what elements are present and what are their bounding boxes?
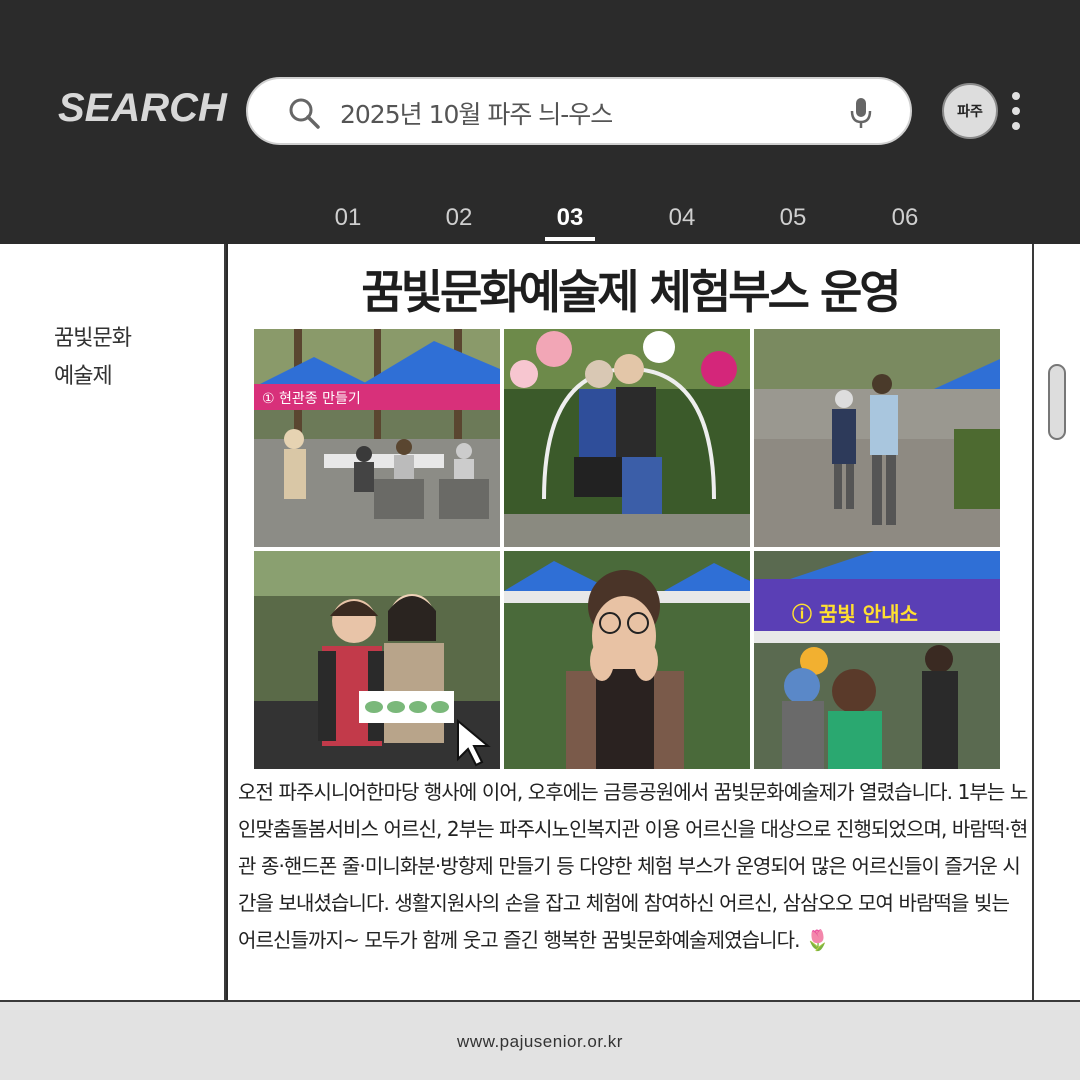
tab-02[interactable]: 02: [424, 204, 494, 232]
page-tabs: 01 02 03 04 05 06: [300, 200, 960, 244]
photo-grid: ① 현관종 만들기 ⓘ 꿈빛 안내소: [254, 329, 1000, 769]
photo-flower-arch[interactable]: [504, 329, 750, 547]
photo-booth-making[interactable]: ① 현관종 만들기: [254, 329, 500, 547]
tab-01[interactable]: 01: [313, 204, 383, 232]
avatar[interactable]: 파주: [942, 83, 998, 139]
booth-sign-text: ① 현관종 만들기: [262, 391, 361, 407]
article-body: 오전 파주시니어한마당 행사에 이어, 오후에는 금릉공원에서 꿈빛문화예술제가…: [238, 780, 1028, 952]
search-icon: [289, 98, 320, 129]
photo-info-booth[interactable]: ⓘ 꿈빛 안내소: [754, 551, 1000, 769]
brand-logo: SEARCH: [58, 86, 227, 130]
tab-05[interactable]: 05: [758, 204, 828, 232]
info-booth-sign-text: ⓘ 꿈빛 안내소: [792, 602, 918, 626]
photo-rice-cake[interactable]: [254, 551, 500, 769]
search-input[interactable]: [340, 93, 820, 133]
scroll-panel: [1032, 244, 1080, 1000]
photo-portrait[interactable]: [504, 551, 750, 769]
footer-url[interactable]: www.pajusenior.or.kr: [0, 1032, 1080, 1052]
article-title: 꿈빛문화예술제 체험부스 운영: [361, 265, 901, 319]
tab-03[interactable]: 03: [535, 204, 605, 241]
app-header: SEARCH 파주 01 02 03 04 05 06: [0, 0, 1080, 244]
more-options-icon[interactable]: [1010, 92, 1022, 132]
tab-06[interactable]: 06: [870, 204, 940, 232]
article-panel: 꿈빛문화예술제 체험부스 운영 ① 현관종 만들기 ⓘ 꿈빛 안내소 오전 파주…: [228, 244, 1032, 1000]
tab-04[interactable]: 04: [647, 204, 717, 232]
footer: www.pajusenior.or.kr: [0, 1000, 1080, 1080]
scrollbar-thumb[interactable]: [1048, 364, 1066, 440]
microphone-icon[interactable]: [848, 96, 874, 130]
search-bar[interactable]: [246, 77, 912, 145]
sidebar: 꿈빛문화 예술제: [0, 244, 226, 1000]
photo-walking[interactable]: [754, 329, 1000, 547]
sidebar-category[interactable]: 꿈빛문화 예술제: [54, 320, 174, 396]
